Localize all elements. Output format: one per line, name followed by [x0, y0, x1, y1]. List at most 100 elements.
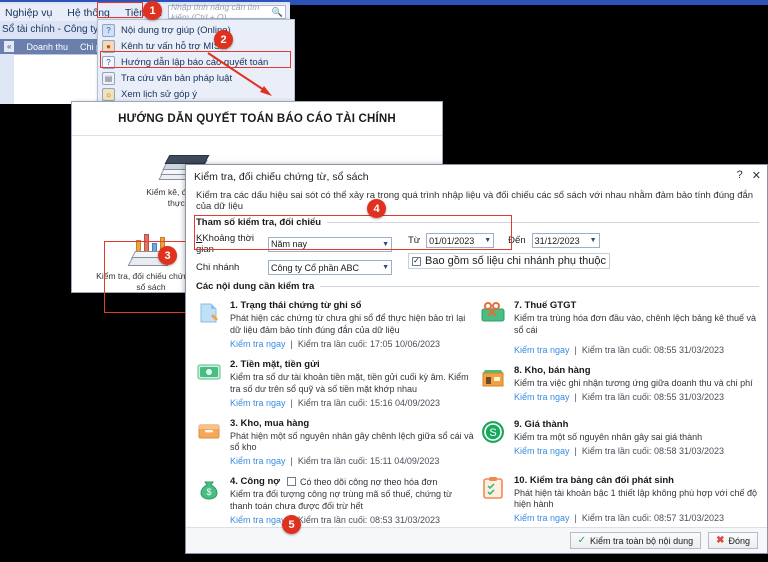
help-menu-item-feedback-history[interactable]: ☼ Xem lịch sử góp ý [98, 86, 294, 102]
document-edit-icon [196, 300, 222, 326]
check-item-9-desc: Kiểm tra một số nguyên nhân gây sai giá … [514, 431, 703, 442]
help-menu-item-legal-lookup[interactable]: ▤ Tra cứu văn bản pháp luật [98, 70, 294, 86]
last-check-time-4: 08:53 31/03/2023 [369, 515, 441, 525]
check-now-link-4[interactable]: Kiểm tra ngay [230, 515, 286, 525]
to-label: Đến [508, 235, 526, 246]
coin-icon: S [480, 419, 506, 445]
annotation-badge-5: 5 [282, 515, 301, 534]
clipboard-check-icon [480, 475, 506, 501]
check-items-scroll-area[interactable]: 1. Trạng thái chứng từ ghi sổ Phát hiện … [186, 295, 767, 527]
checkbox-icon: ✓ [412, 256, 421, 266]
check-now-link-7[interactable]: Kiểm tra ngay [514, 345, 570, 355]
from-date-input[interactable]: 01/01/2023 ▼ [426, 233, 495, 248]
magnifier-icon[interactable]: 🔍 [272, 7, 283, 18]
check-item-10-meta: Kiểm tra ngay | Kiểm tra lần cuối: 08:57… [514, 513, 758, 523]
check-item-9-text: 9. Giá thành Kiểm tra một số nguyên nhân… [514, 419, 758, 456]
check-item-7-title: 7. Thuế GTGT [514, 300, 577, 311]
history-feedback-icon: ☼ [102, 87, 115, 101]
dialog-system-buttons: ? ✕ [737, 169, 761, 182]
close-button[interactable]: ✖ Đóng [708, 532, 758, 549]
annotation-badge-2: 2 [214, 30, 233, 49]
period-label: KKhoảng thời gian [196, 233, 254, 255]
check-now-link-1[interactable]: Kiểm tra ngay [230, 339, 286, 349]
check-item-3-title: 3. Kho, mua hàng [230, 417, 310, 429]
include-sub-branch-row: ✓ Bao gồm số liệu chi nhánh phụ thuộc [408, 253, 611, 269]
help-menu-label-1: Kênh tư vấn hỗ trợ MISA [121, 40, 227, 52]
chevron-down-icon[interactable]: ▼ [382, 264, 389, 271]
check-item-4-desc: Kiểm tra đối tượng công nợ trùng mã số t… [230, 489, 452, 512]
check-item-3-desc: Phát hiện một số nguyên nhân gây chênh l… [230, 430, 474, 453]
annotation-badge-3: 3 [158, 246, 177, 265]
last-check-prefix-8: Kiểm tra lần cuối: [581, 391, 652, 402]
feature-search-input[interactable]: Nhập tính năng cần tìm kiếm (Ctrl + Q) 🔍 [168, 2, 286, 22]
check-all-button[interactable]: ✓ Kiểm tra toàn bộ nội dung [569, 532, 702, 549]
help-menu-label-4: Xem lịch sử góp ý [121, 88, 198, 100]
check-item-3[interactable]: 3. Kho, mua hàng Phát hiện một số nguyên… [196, 415, 474, 474]
last-check-prefix-3: Kiểm tra lần cuối: [297, 456, 368, 467]
params-legend-row: Tham số kiểm tra, đối chiếu [186, 217, 767, 228]
check-item-1[interactable]: 1. Trạng thái chứng từ ghi sổ Phát hiện … [196, 297, 474, 356]
help-dropdown-menu: ? Nội dung trợ giúp (Online) ● Kênh tư v… [97, 19, 295, 105]
help-icon[interactable]: ? [737, 169, 743, 182]
sep: | [288, 456, 296, 467]
to-date-input[interactable]: 31/12/2023 ▼ [531, 233, 600, 248]
check-item-1-meta: Kiểm tra ngay | Kiểm tra lần cuối: 17:05… [230, 339, 474, 349]
check-now-link-8[interactable]: Kiểm tra ngay [514, 392, 570, 402]
dialog-footer: ✓ Kiểm tra toàn bộ nội dung ✖ Đóng [186, 527, 767, 553]
sep: | [288, 397, 296, 408]
last-check-time-10: 08:57 31/03/2023 [653, 513, 725, 524]
guide-window-title: HƯỚNG DẪN QUYẾT TOÁN BÁO CÁO TÀI CHÍNH [72, 102, 442, 136]
shop-icon [480, 365, 506, 391]
include-sub-branch-checkbox[interactable]: ✓ Bao gồm số liệu chi nhánh phụ thuộc [408, 253, 611, 269]
last-check-prefix-7: Kiểm tra lần cuối: [581, 344, 652, 355]
check-now-link-2[interactable]: Kiểm tra ngay [230, 398, 286, 408]
chevron-down-icon[interactable]: ▼ [382, 241, 389, 248]
check-items-grid: 1. Trạng thái chứng từ ghi sổ Phát hiện … [186, 295, 767, 527]
period-label-text: Khoảng thời gian [196, 233, 254, 255]
check-item-10-desc: Phát hiện tài khoản bậc 1 thiết lập khôn… [514, 487, 757, 510]
check-item-8-meta: Kiểm tra ngay | Kiểm tra lần cuối: 08:55… [514, 392, 758, 402]
check-item-4-title: 4. Công nợ Có theo dõi công nợ theo hóa … [230, 476, 474, 487]
money-bag-icon: $ [196, 476, 222, 502]
params-legend-label: Tham số kiểm tra, đối chiếu [196, 217, 322, 228]
last-check-time-7: 08:55 31/03/2023 [653, 344, 725, 355]
check-item-10[interactable]: 10. Kiểm tra bảng cân đối phát sinh Phát… [480, 463, 758, 528]
last-check-prefix-4: Kiểm tra lần cuối: [297, 515, 368, 525]
legend-divider [327, 222, 759, 223]
sep: | [572, 445, 580, 456]
sidebar-collapse-icon[interactable]: « [4, 41, 15, 52]
help-menu-item-settlement-guide[interactable]: ? Hướng dẫn lập báo cáo quyết toán [98, 54, 294, 70]
tab-doanh-thu[interactable]: Doanh thu [26, 42, 68, 52]
svg-text:S: S [489, 427, 496, 439]
period-row: KKhoảng thời gian Năm nay ▼ [196, 233, 392, 255]
check-item-4[interactable]: $ 4. Công nợ Có theo dõi công nợ theo hó… [196, 473, 474, 527]
check-item-8[interactable]: 8. Kho, bán hàng Kiểm tra việc ghi nhận … [480, 362, 758, 409]
check-all-label: Kiểm tra toàn bộ nội dung [590, 535, 694, 546]
check-now-link-3[interactable]: Kiểm tra ngay [230, 456, 286, 466]
chevron-down-icon[interactable]: ▼ [484, 237, 491, 244]
check-item-3-meta: Kiểm tra ngay | Kiểm tra lần cuối: 15:11… [230, 456, 474, 466]
cash-icon [196, 359, 222, 385]
branch-select[interactable]: Công ty Cổ phần ABC ▼ [268, 260, 392, 275]
period-select[interactable]: Năm nay ▼ [268, 236, 392, 252]
tax-invoice-icon [480, 300, 506, 326]
help-menu-item-misa-support[interactable]: ● Kênh tư vấn hỗ trợ MISA [98, 38, 294, 54]
box-icon [196, 418, 222, 444]
check-item-1-desc: Phát hiện các chứng từ chưa ghi sổ để th… [230, 313, 466, 335]
last-check-time-3: 15:11 04/09/2023 [369, 456, 440, 467]
check-item-9[interactable]: S 9. Giá thành Kiểm tra một số nguyên nh… [480, 409, 758, 463]
chevron-down-icon[interactable]: ▼ [590, 237, 597, 244]
close-icon[interactable]: ✕ [752, 169, 761, 182]
check-now-link-10[interactable]: Kiểm tra ngay [514, 513, 570, 523]
help-menu-item-online-help[interactable]: ? Nội dung trợ giúp (Online) [98, 22, 294, 38]
invoice-tracking-checkbox[interactable]: Có theo dõi công nợ theo hóa đơn [287, 477, 437, 487]
invoice-tracking-label: Có theo dõi công nợ theo hóa đơn [300, 476, 438, 487]
check-item-2[interactable]: 2. Tiền mặt, tiền gửi Kiểm tra số dư tài… [196, 356, 474, 415]
check-item-7-desc: Kiểm tra trùng hóa đơn đầu vào, chênh lệ… [514, 313, 757, 335]
support-person-icon: ● [102, 39, 115, 53]
check-now-link-9[interactable]: Kiểm tra ngay [514, 446, 570, 456]
check-item-7-meta: Kiểm tra ngay | Kiểm tra lần cuối: 08:55… [514, 345, 758, 355]
check-item-8-text: 8. Kho, bán hàng Kiểm tra việc ghi nhận … [514, 365, 758, 402]
menu-nghiep-vu[interactable]: Nghiệp vụ [2, 5, 55, 21]
check-item-7[interactable]: 7. Thuế GTGT Kiểm tra trùng hóa đơn đầu … [480, 297, 758, 362]
